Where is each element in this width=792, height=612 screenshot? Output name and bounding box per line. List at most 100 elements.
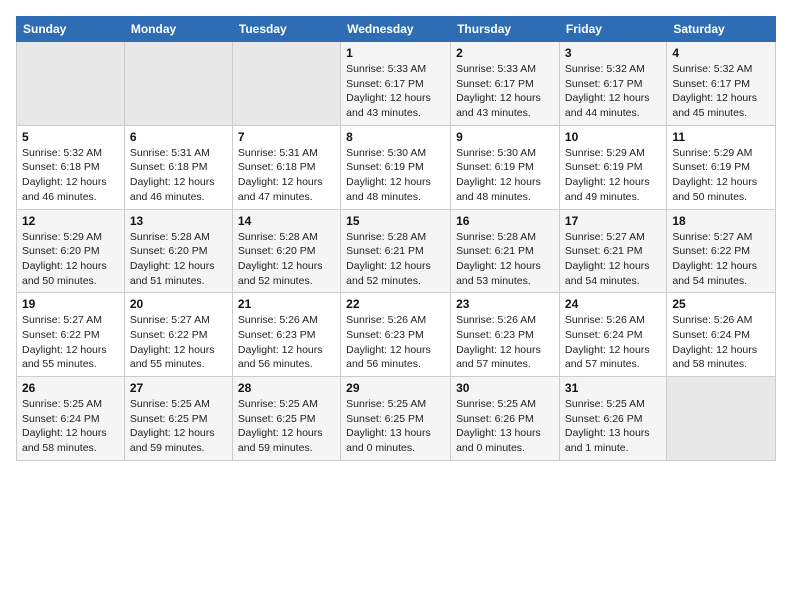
day-info: Sunrise: 5:33 AM Sunset: 6:17 PM Dayligh… [456,62,554,121]
calendar-cell: 1Sunrise: 5:33 AM Sunset: 6:17 PM Daylig… [341,42,451,126]
day-number: 22 [346,297,445,311]
day-number: 21 [238,297,335,311]
day-number: 12 [22,214,119,228]
weekday-tuesday: Tuesday [232,17,340,42]
day-number: 13 [130,214,227,228]
calendar-cell [232,42,340,126]
calendar-cell: 17Sunrise: 5:27 AM Sunset: 6:21 PM Dayli… [559,209,666,293]
day-info: Sunrise: 5:32 AM Sunset: 6:17 PM Dayligh… [672,62,770,121]
day-info: Sunrise: 5:25 AM Sunset: 6:25 PM Dayligh… [346,397,445,456]
weekday-thursday: Thursday [451,17,560,42]
weekday-header-row: SundayMondayTuesdayWednesdayThursdayFrid… [17,17,776,42]
day-number: 28 [238,381,335,395]
calendar-cell: 28 Sunrise: 5:25 AM Sunset: 6:25 PM Dayli… [232,377,340,461]
day-number: 11 [672,130,770,144]
calendar-cell: 4 Sunrise: 5:32 AM Sunset: 6:17 PM Daylig… [667,42,776,126]
day-info: Sunrise: 5:26 AM Sunset: 6:23 PM Dayligh… [456,313,554,372]
day-info: Sunrise: 5:25 AM Sunset: 6:26 PM Dayligh… [456,397,554,456]
day-number: 16 [456,214,554,228]
calendar-cell: 5 Sunrise: 5:32 AM Sunset: 6:18 PM Daylig… [17,125,125,209]
calendar-cell: 22 Sunrise: 5:26 AM Sunset: 6:23 PM Dayli… [341,293,451,377]
day-info: Sunrise: 5:27 AM Sunset: 6:22 PM Dayligh… [672,230,770,289]
day-number: 26 [22,381,119,395]
day-info: Sunrise: 5:31 AM Sunset: 6:18 PM Dayligh… [238,146,335,205]
day-info: Sunrise: 5:27 AM Sunset: 6:22 PM Dayligh… [130,313,227,372]
day-info: Sunrise: 5:28 AM Sunset: 6:21 PM Dayligh… [346,230,445,289]
calendar-cell: 25 Sunrise: 5:26 AM Sunset: 6:24 PM Dayli… [667,293,776,377]
day-info: Sunrise: 5:26 AM Sunset: 6:24 PM Dayligh… [565,313,661,372]
weekday-sunday: Sunday [17,17,125,42]
calendar-body: 1Sunrise: 5:33 AM Sunset: 6:17 PM Daylig… [17,42,776,461]
day-info: Sunrise: 5:32 AM Sunset: 6:18 PM Dayligh… [22,146,119,205]
day-info: Sunrise: 5:27 AM Sunset: 6:22 PM Dayligh… [22,313,119,372]
calendar-cell: 30 Sunrise: 5:25 AM Sunset: 6:26 PM Dayli… [451,377,560,461]
calendar-cell: 18 Sunrise: 5:27 AM Sunset: 6:22 PM Dayli… [667,209,776,293]
day-info: Sunrise: 5:29 AM Sunset: 6:19 PM Dayligh… [565,146,661,205]
calendar-cell: 26 Sunrise: 5:25 AM Sunset: 6:24 PM Dayli… [17,377,125,461]
day-number: 29 [346,381,445,395]
calendar-cell: 24 Sunrise: 5:26 AM Sunset: 6:24 PM Dayli… [559,293,666,377]
day-info: Sunrise: 5:29 AM Sunset: 6:19 PM Dayligh… [672,146,770,205]
day-info: Sunrise: 5:29 AM Sunset: 6:20 PM Dayligh… [22,230,119,289]
day-number: 31 [565,381,661,395]
calendar-cell: 10 Sunrise: 5:29 AM Sunset: 6:19 PM Dayli… [559,125,666,209]
day-info: Sunrise: 5:25 AM Sunset: 6:26 PM Dayligh… [565,397,661,456]
calendar-header: SundayMondayTuesdayWednesdayThursdayFrid… [17,17,776,42]
calendar-cell: 27Sunrise: 5:25 AM Sunset: 6:25 PM Dayli… [124,377,232,461]
weekday-monday: Monday [124,17,232,42]
day-number: 30 [456,381,554,395]
day-info: Sunrise: 5:33 AM Sunset: 6:17 PM Dayligh… [346,62,445,121]
day-info: Sunrise: 5:25 AM Sunset: 6:24 PM Dayligh… [22,397,119,456]
day-number: 18 [672,214,770,228]
day-info: Sunrise: 5:31 AM Sunset: 6:18 PM Dayligh… [130,146,227,205]
calendar-cell: 2Sunrise: 5:33 AM Sunset: 6:17 PM Daylig… [451,42,560,126]
day-info: Sunrise: 5:26 AM Sunset: 6:23 PM Dayligh… [346,313,445,372]
calendar-cell [17,42,125,126]
day-number: 17 [565,214,661,228]
day-number: 7 [238,130,335,144]
day-number: 20 [130,297,227,311]
day-info: Sunrise: 5:28 AM Sunset: 6:20 PM Dayligh… [238,230,335,289]
day-number: 23 [456,297,554,311]
calendar-cell: 14 Sunrise: 5:28 AM Sunset: 6:20 PM Dayli… [232,209,340,293]
day-info: Sunrise: 5:28 AM Sunset: 6:20 PM Dayligh… [130,230,227,289]
calendar-week-3: 12 Sunrise: 5:29 AM Sunset: 6:20 PM Dayli… [17,209,776,293]
day-info: Sunrise: 5:30 AM Sunset: 6:19 PM Dayligh… [346,146,445,205]
day-number: 3 [565,46,661,60]
calendar-cell: 8 Sunrise: 5:30 AM Sunset: 6:19 PM Daylig… [341,125,451,209]
weekday-wednesday: Wednesday [341,17,451,42]
calendar-cell: 19Sunrise: 5:27 AM Sunset: 6:22 PM Dayli… [17,293,125,377]
calendar-table: SundayMondayTuesdayWednesdayThursdayFrid… [16,16,776,461]
day-number: 10 [565,130,661,144]
calendar-cell: 16 Sunrise: 5:28 AM Sunset: 6:21 PM Dayli… [451,209,560,293]
day-number: 14 [238,214,335,228]
day-info: Sunrise: 5:26 AM Sunset: 6:24 PM Dayligh… [672,313,770,372]
day-number: 4 [672,46,770,60]
weekday-saturday: Saturday [667,17,776,42]
day-info: Sunrise: 5:32 AM Sunset: 6:17 PM Dayligh… [565,62,661,121]
calendar-cell: 31 Sunrise: 5:25 AM Sunset: 6:26 PM Dayli… [559,377,666,461]
day-info: Sunrise: 5:28 AM Sunset: 6:21 PM Dayligh… [456,230,554,289]
calendar-cell: 9 Sunrise: 5:30 AM Sunset: 6:19 PM Daylig… [451,125,560,209]
calendar-week-1: 1Sunrise: 5:33 AM Sunset: 6:17 PM Daylig… [17,42,776,126]
day-number: 25 [672,297,770,311]
calendar-week-2: 5 Sunrise: 5:32 AM Sunset: 6:18 PM Daylig… [17,125,776,209]
calendar-cell: 7 Sunrise: 5:31 AM Sunset: 6:18 PM Daylig… [232,125,340,209]
day-number: 6 [130,130,227,144]
calendar-cell [667,377,776,461]
calendar-cell: 29 Sunrise: 5:25 AM Sunset: 6:25 PM Dayli… [341,377,451,461]
calendar-cell: 11 Sunrise: 5:29 AM Sunset: 6:19 PM Dayli… [667,125,776,209]
day-number: 24 [565,297,661,311]
day-number: 8 [346,130,445,144]
calendar-cell: 12 Sunrise: 5:29 AM Sunset: 6:20 PM Dayli… [17,209,125,293]
day-info: Sunrise: 5:25 AM Sunset: 6:25 PM Dayligh… [238,397,335,456]
calendar-cell: 23 Sunrise: 5:26 AM Sunset: 6:23 PM Dayli… [451,293,560,377]
calendar-cell [124,42,232,126]
day-number: 5 [22,130,119,144]
calendar-week-4: 19Sunrise: 5:27 AM Sunset: 6:22 PM Dayli… [17,293,776,377]
day-number: 9 [456,130,554,144]
calendar-cell: 15Sunrise: 5:28 AM Sunset: 6:21 PM Dayli… [341,209,451,293]
weekday-friday: Friday [559,17,666,42]
calendar-week-5: 26 Sunrise: 5:25 AM Sunset: 6:24 PM Dayli… [17,377,776,461]
day-info: Sunrise: 5:30 AM Sunset: 6:19 PM Dayligh… [456,146,554,205]
